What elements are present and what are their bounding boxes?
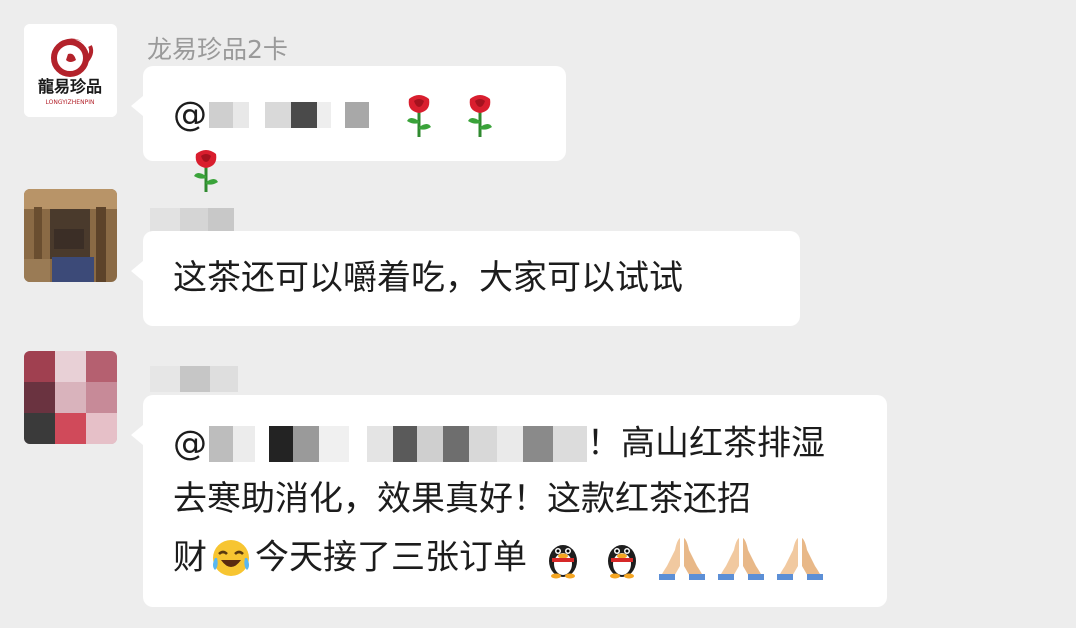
rose-icon bbox=[189, 148, 223, 192]
sender-name-redacted bbox=[150, 366, 240, 392]
mention-at: @ bbox=[173, 423, 207, 464]
message-text-line3b: 今天接了三张订单 bbox=[255, 537, 527, 578]
avatar[interactable] bbox=[24, 189, 117, 282]
rose-icon bbox=[463, 93, 497, 137]
penguin-icon bbox=[601, 537, 643, 579]
logo-text: 龍易珍品 bbox=[38, 77, 102, 96]
message-bubble[interactable]: @ ！高山红茶排湿 去寒助消化，效果真好！这款红茶还招 财 今天接了三张订单 bbox=[131, 395, 887, 607]
message-text-line2: 去寒助消化，效果真好！这款红茶还招 bbox=[173, 479, 751, 519]
message-text: 这茶还可以嚼着吃，大家可以试试 bbox=[173, 258, 683, 298]
avatar[interactable] bbox=[24, 351, 117, 444]
rose-icon bbox=[402, 93, 436, 137]
message-text-line3a: 财 bbox=[173, 537, 207, 578]
redacted-mention bbox=[209, 101, 369, 128]
message-text-line1: ！高山红茶排湿 bbox=[587, 423, 825, 464]
logo-icon: 龍易珍品 LONGYIZHENPIN bbox=[24, 24, 117, 117]
sender-name: 龙易珍品2卡 bbox=[147, 35, 288, 64]
mention-at: @ bbox=[173, 94, 207, 135]
message-bubble[interactable]: @ bbox=[131, 66, 566, 192]
redacted-mention bbox=[209, 425, 587, 462]
praying-hands-icon bbox=[777, 536, 824, 580]
praying-hands-icon bbox=[659, 536, 706, 580]
praying-hands-icon bbox=[718, 536, 765, 580]
laughing-crying-face-icon bbox=[211, 538, 251, 578]
penguin-icon bbox=[542, 537, 584, 579]
avatar[interactable]: 龍易珍品 LONGYIZHENPIN bbox=[24, 24, 117, 117]
message-bubble[interactable]: 这茶还可以嚼着吃，大家可以试试 bbox=[131, 231, 800, 326]
logo-subtext: LONGYIZHENPIN bbox=[46, 99, 95, 106]
